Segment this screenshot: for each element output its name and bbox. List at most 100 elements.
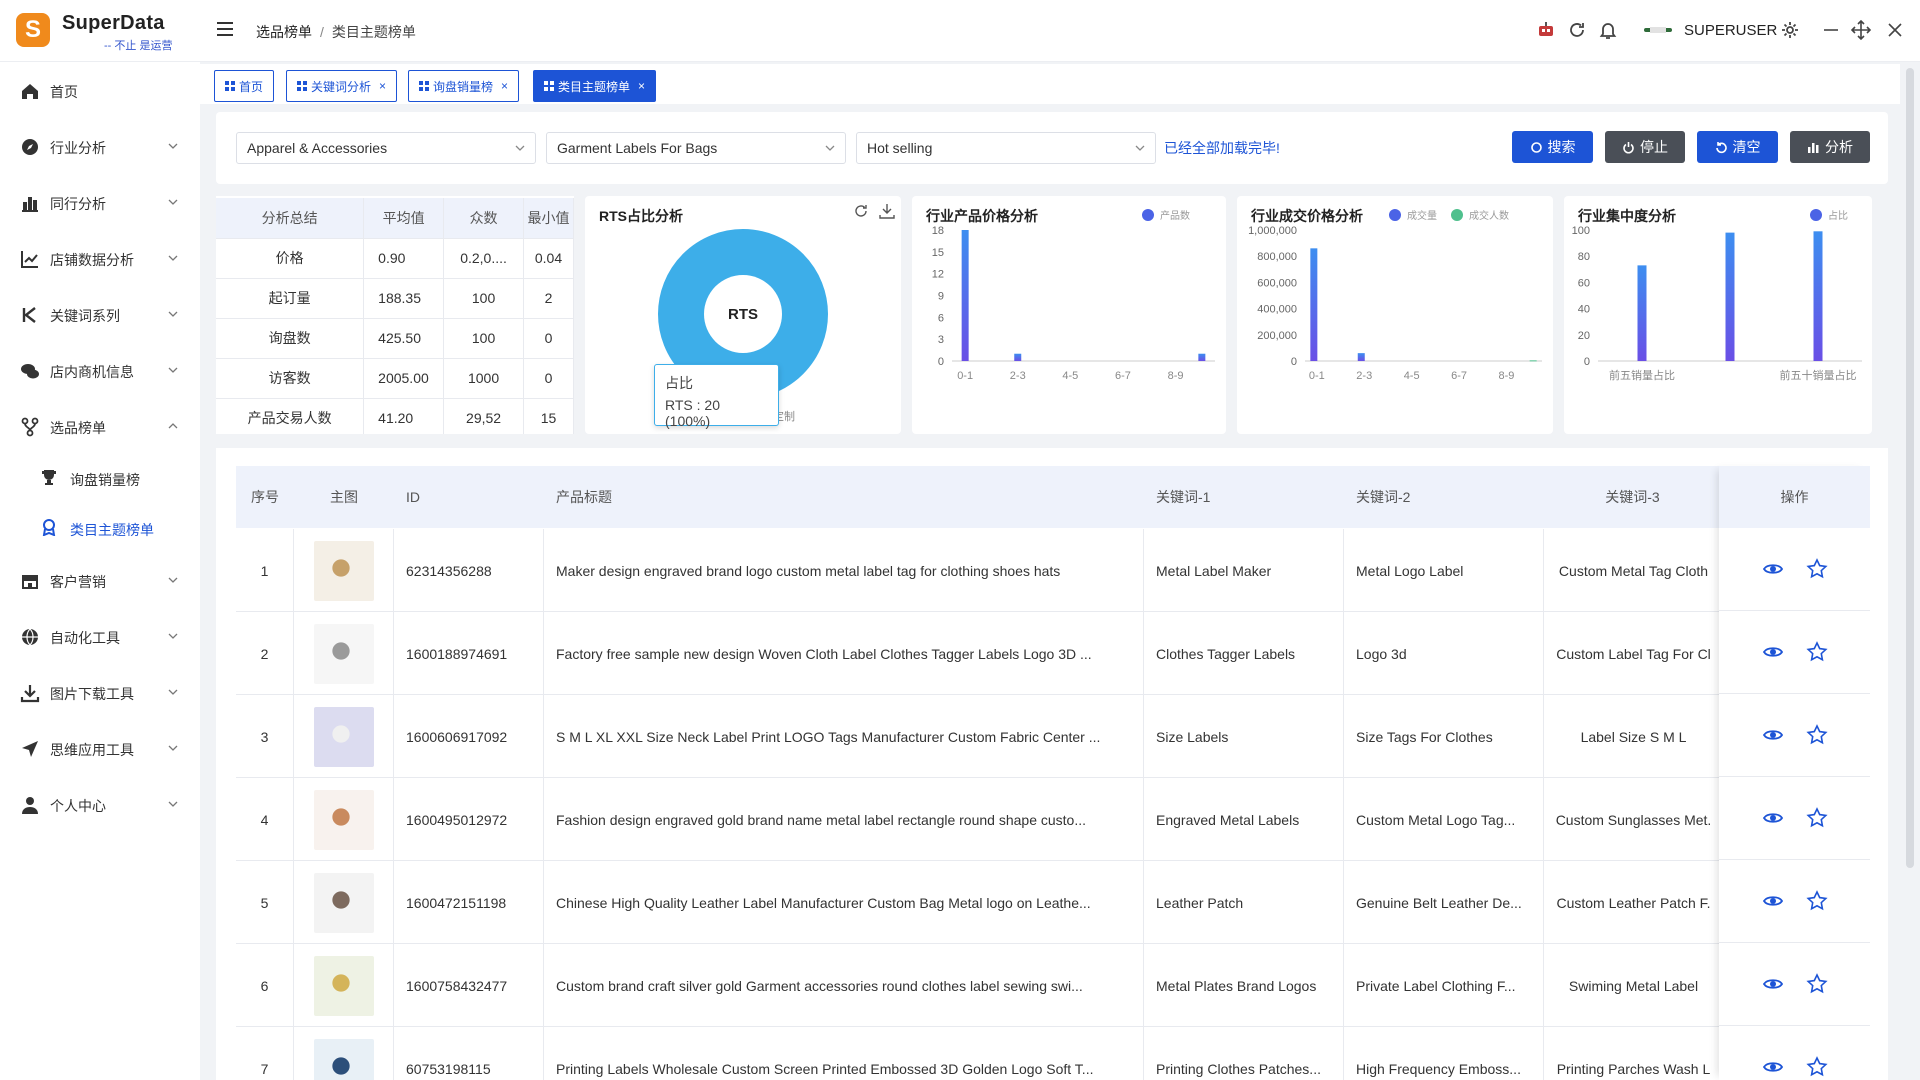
star-icon[interactable] [1805, 641, 1828, 663]
bar[interactable] [1637, 265, 1647, 361]
table-row[interactable]: 5 1600472151198 Chinese High Quality Leath… [236, 861, 1870, 944]
star-icon[interactable] [1805, 1056, 1828, 1078]
username[interactable]: SUPERUSER [1684, 22, 1777, 39]
sidebar-item-automation[interactable]: 自动化工具 [0, 608, 200, 664]
bell-icon[interactable] [1597, 19, 1619, 41]
refresh-icon[interactable] [852, 202, 870, 220]
download-icon[interactable] [878, 202, 896, 220]
refresh-icon[interactable] [1566, 19, 1588, 41]
chevron-down-icon [168, 367, 178, 373]
action-cell [1719, 1026, 1870, 1080]
bar[interactable] [1725, 232, 1735, 361]
category-select[interactable]: Apparel & Accessories [236, 132, 536, 164]
cell-k2: High Frequency Emboss... [1344, 1027, 1544, 1080]
clear-button[interactable]: 清空 [1697, 131, 1778, 163]
product-thumbnail[interactable] [313, 789, 374, 850]
app-logo: S [16, 13, 50, 47]
cell-id: 1600606917092 [394, 695, 544, 778]
bar[interactable] [1357, 353, 1365, 361]
eye-icon[interactable] [1762, 807, 1784, 829]
eye-icon[interactable] [1762, 890, 1784, 912]
stop-button[interactable]: 停止 [1605, 131, 1685, 163]
search-button[interactable]: 搜索 [1512, 131, 1593, 163]
star-icon[interactable] [1805, 724, 1828, 746]
bar[interactable] [1198, 353, 1206, 361]
col-header: 主图 [294, 466, 394, 528]
product-thumbnail[interactable] [313, 1038, 374, 1080]
star-icon[interactable] [1805, 558, 1828, 580]
legend-marker[interactable] [1389, 209, 1401, 221]
sidebar-item-industry[interactable]: 行业分析 [0, 118, 200, 174]
move-icon[interactable] [1850, 19, 1872, 41]
minimize-icon[interactable] [1820, 19, 1842, 41]
x-tick-label: 2-3 [1356, 370, 1372, 382]
tab-home[interactable]: 首页 [214, 70, 275, 102]
sidebar-item-marketing[interactable]: 客户营销 [0, 552, 200, 608]
menu-toggle-icon[interactable] [214, 18, 236, 40]
eye-icon[interactable] [1762, 641, 1784, 663]
avatar[interactable] [1644, 24, 1672, 36]
stats-cell: 起订量 [216, 278, 365, 319]
concentration-chart-card: 行业集中度分析 占比 100 80 60 40 20 0 前五销量占比 前五十销量占比 [1564, 196, 1872, 434]
sidebar-item-image-download[interactable]: 图片下载工具 [0, 664, 200, 720]
cell-id: 60753198115 [394, 1027, 544, 1080]
table-row[interactable]: 2 1600188974691 Factory free sample new de… [236, 612, 1870, 695]
sidebar-item-selection[interactable]: 选品榜单 [0, 398, 200, 454]
product-thumbnail[interactable] [313, 540, 374, 601]
bar[interactable] [1014, 353, 1022, 361]
product-thumbnail[interactable] [313, 623, 374, 684]
chevron-down-icon [168, 311, 178, 317]
table-row[interactable]: 1 62314356288 Maker design engraved brand … [236, 529, 1870, 612]
table-row[interactable]: 6 1600758432477 Custom brand craft silver … [236, 944, 1870, 1027]
price-chart-card: 行业产品价格分析 产品数 18 15 12 9 6 3 0 0-1 2-3 4-5 6-7 8-9 [912, 196, 1226, 434]
table-row[interactable]: 7 60753198115 Printing Labels Wholesale Cu… [236, 1027, 1870, 1080]
sidebar-item-opportunities[interactable]: 店内商机信息 [0, 342, 200, 398]
close-icon[interactable] [1884, 19, 1906, 41]
sidebar-subitem-category-theme[interactable]: 类目主题榜单 [0, 504, 200, 552]
star-icon[interactable] [1805, 973, 1828, 995]
tab-close-icon[interactable]: × [501, 79, 508, 93]
legend-marker[interactable] [1451, 209, 1463, 221]
settings-icon[interactable] [1779, 19, 1801, 41]
star-icon[interactable] [1805, 890, 1828, 912]
x-tick-label: 0-1 [957, 370, 973, 382]
bar[interactable] [1813, 231, 1823, 361]
table-row[interactable]: 4 1600495012972 Fashion design engraved go… [236, 778, 1870, 861]
sidebar-item-label: 自动化工具 [50, 630, 120, 646]
tooltip-title: 占比 [665, 375, 693, 391]
sidebar-item-home[interactable]: 首页 [0, 62, 200, 118]
product-thumbnail[interactable] [313, 706, 374, 767]
tab-keyword-analysis[interactable]: 关键词分析 × [286, 70, 398, 102]
eye-icon[interactable] [1762, 558, 1784, 580]
sidebar-item-keywords[interactable]: 关键词系列 [0, 286, 200, 342]
legend-marker[interactable] [1810, 209, 1822, 221]
tab-close-icon[interactable]: × [638, 79, 645, 93]
product-thumbnail[interactable] [313, 872, 374, 933]
eye-icon[interactable] [1762, 724, 1784, 746]
robot-icon[interactable] [1535, 19, 1557, 41]
stats-cell: 425.50 [363, 318, 445, 359]
scrollbar-thumb[interactable] [1906, 68, 1914, 868]
product-thumbnail[interactable] [313, 955, 374, 1016]
table-row[interactable]: 3 1600606917092 S M L XL XXL Size Neck Lab… [236, 695, 1870, 778]
sidebar-subitem-inquiry-sales[interactable]: 询盘销量榜 [0, 454, 200, 502]
eye-icon[interactable] [1762, 1056, 1784, 1078]
cell-k2: Size Tags For Clothes [1344, 695, 1544, 778]
tab-category-theme[interactable]: 类目主题榜单 × [533, 70, 657, 102]
sort-select[interactable]: Hot selling [856, 132, 1156, 164]
bar[interactable] [1310, 248, 1318, 361]
tab-inquiry-sales[interactable]: 询盘销量榜 × [408, 70, 520, 102]
sidebar-item-peer[interactable]: 同行分析 [0, 174, 200, 230]
star-icon[interactable] [1805, 807, 1828, 829]
sidebar-item-profile[interactable]: 个人中心 [0, 776, 200, 832]
tab-close-icon[interactable]: × [379, 79, 386, 93]
sidebar-item-shop-data[interactable]: 店铺数据分析 [0, 230, 200, 286]
sidebar-item-mind-tools[interactable]: 思维应用工具 [0, 720, 200, 776]
subcategory-select[interactable]: Garment Labels For Bags [546, 132, 846, 164]
legend-marker[interactable] [1142, 209, 1154, 221]
bar[interactable] [961, 230, 969, 361]
breadcrumb-parent[interactable]: 选品榜单 [256, 24, 312, 40]
analyze-button[interactable]: 分析 [1790, 131, 1870, 163]
bar[interactable] [1529, 360, 1537, 362]
eye-icon[interactable] [1762, 973, 1784, 995]
